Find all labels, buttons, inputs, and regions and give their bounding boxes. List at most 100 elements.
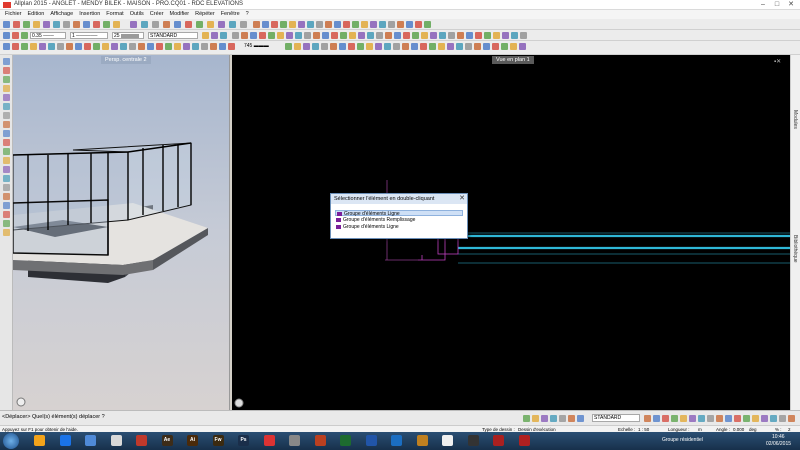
taskbar-app-icon[interactable] (391, 435, 402, 446)
plan-viewport[interactable]: Vue en plan 1 ▪✕ (232, 55, 790, 410)
toolbar-tool-icon[interactable] (385, 32, 392, 39)
toolbar-tool-icon[interactable] (12, 43, 19, 50)
toolbar-tool-icon[interactable] (375, 43, 382, 50)
snap-tool-icon[interactable] (725, 415, 732, 422)
toolbar-tool-icon[interactable] (475, 32, 482, 39)
taskbar-app-icon[interactable]: Ps (238, 435, 249, 446)
toolbar-tool-icon[interactable] (83, 21, 90, 28)
toolbar-tool-icon[interactable] (253, 21, 260, 28)
taskbar-app-icon[interactable] (34, 435, 45, 446)
toolbar-tool-icon[interactable] (84, 43, 91, 50)
toolbox-tool-icon[interactable] (3, 211, 10, 218)
toolbar-tool-icon[interactable] (285, 43, 292, 50)
toolbar-tool-icon[interactable] (201, 43, 208, 50)
toolbar-tool-icon[interactable] (271, 21, 278, 28)
toolbar-tool-icon[interactable] (316, 21, 323, 28)
taskbar-app-icon[interactable] (59, 435, 71, 446)
toolbar-tool-icon[interactable] (268, 32, 275, 39)
toolbar-tool-icon[interactable] (412, 32, 419, 39)
homegroup-label[interactable]: Groupe résidentiel (662, 437, 703, 443)
toolbar-tool-icon[interactable] (393, 43, 400, 50)
toolbar-tool-icon[interactable] (3, 32, 10, 39)
toolbox-tool-icon[interactable] (3, 184, 10, 191)
toolbar-tool-icon[interactable] (370, 21, 377, 28)
menu-item[interactable]: Outils (127, 10, 147, 19)
toolbox-tool-icon[interactable] (3, 130, 10, 137)
taskbar-app-icon[interactable] (365, 435, 377, 446)
toolbar-tool-icon[interactable] (465, 43, 472, 50)
toolbar-tool-icon[interactable] (352, 21, 359, 28)
snap-tool-icon[interactable] (779, 415, 786, 422)
snap-tool-icon[interactable] (761, 415, 768, 422)
toolbar-tool-icon[interactable] (113, 21, 120, 28)
dialog-list-item[interactable]: Groupe d'éléments Ligne (335, 224, 463, 230)
toolbox-tool-icon[interactable] (3, 157, 10, 164)
toolbar-tool-icon[interactable] (343, 21, 350, 28)
toolbar-tool-icon[interactable] (63, 21, 70, 28)
clock-time[interactable]: 10:46 (772, 434, 785, 440)
toolbar-tool-icon[interactable] (93, 43, 100, 50)
snap-tool-icon[interactable] (550, 415, 557, 422)
snap-tool-icon[interactable] (680, 415, 687, 422)
toolbar-tool-icon[interactable] (57, 43, 64, 50)
menu-item[interactable]: Insertion (76, 10, 103, 19)
menu-item[interactable]: ? (243, 10, 252, 19)
toolbar-tool-icon[interactable] (185, 21, 192, 28)
toolbar-tool-icon[interactable] (120, 43, 127, 50)
toolbar-tool-icon[interactable] (207, 21, 214, 28)
toolbar-tool-icon[interactable] (165, 43, 172, 50)
pen-field[interactable]: 0.35 ─── (30, 32, 66, 39)
toolbar-tool-icon[interactable] (130, 21, 137, 28)
toolbar-tool-icon[interactable] (474, 43, 481, 50)
toolbar-tool-icon[interactable] (429, 43, 436, 50)
snap-tool-icon[interactable] (541, 415, 548, 422)
taskbar-app-icon[interactable] (442, 435, 453, 446)
layer-field[interactable]: STANDARD (148, 32, 198, 39)
toolbar-tool-icon[interactable] (424, 21, 431, 28)
snap-tool-icon[interactable] (644, 415, 651, 422)
toolbox-tool-icon[interactable] (3, 166, 10, 173)
toolbar-tool-icon[interactable] (330, 43, 337, 50)
toolbar-tool-icon[interactable] (420, 43, 427, 50)
toolbar-tool-icon[interactable] (348, 43, 355, 50)
clock-date[interactable]: 02/06/2015 (766, 441, 791, 447)
toolbar-tool-icon[interactable] (102, 43, 109, 50)
dialog-list-item[interactable]: Groupe d'éléments Ligne (335, 210, 463, 217)
toolbar-tool-icon[interactable] (376, 32, 383, 39)
toolbar-tool-icon[interactable] (192, 43, 199, 50)
toolbar-tool-icon[interactable] (483, 43, 490, 50)
menu-item[interactable]: Créer (147, 10, 167, 19)
toolbar-tool-icon[interactable] (250, 32, 257, 39)
toolbox-tool-icon[interactable] (3, 121, 10, 128)
snap-tool-icon[interactable] (743, 415, 750, 422)
toolbox-tool-icon[interactable] (3, 76, 10, 83)
toolbar-tool-icon[interactable] (211, 32, 218, 39)
toolbox-tool-icon[interactable] (3, 94, 10, 101)
toolbox-tool-icon[interactable] (3, 85, 10, 92)
snap-tool-icon[interactable] (577, 415, 584, 422)
toolbar-tool-icon[interactable] (21, 43, 28, 50)
toolbar-tool-icon[interactable] (73, 21, 80, 28)
toolbar-tool-icon[interactable] (3, 21, 10, 28)
toolbar-tool-icon[interactable] (163, 21, 170, 28)
close-button[interactable]: ✕ (784, 0, 798, 10)
toolbar-tool-icon[interactable] (402, 43, 409, 50)
toolbar-tool-icon[interactable] (103, 21, 110, 28)
toolbar-tool-icon[interactable] (93, 21, 100, 28)
toolbar-tool-icon[interactable] (430, 32, 437, 39)
taskbar-app-icon[interactable] (110, 435, 122, 446)
toolbar-tool-icon[interactable] (457, 32, 464, 39)
toolbar-tool-icon[interactable] (53, 21, 60, 28)
toolbar-tool-icon[interactable] (141, 21, 148, 28)
toolbar-tool-icon[interactable] (340, 32, 347, 39)
toolbar-tool-icon[interactable] (447, 43, 454, 50)
toolbar-tool-icon[interactable] (519, 43, 526, 50)
toolbar-tool-icon[interactable] (406, 21, 413, 28)
toolbar-tool-icon[interactable] (220, 32, 227, 39)
toolbar-tool-icon[interactable] (66, 43, 73, 50)
toolbox-tool-icon[interactable] (3, 112, 10, 119)
toolbar-tool-icon[interactable] (138, 43, 145, 50)
toolbar-tool-icon[interactable] (298, 21, 305, 28)
snap-tool-icon[interactable] (559, 415, 566, 422)
toolbar-tool-icon[interactable] (357, 43, 364, 50)
